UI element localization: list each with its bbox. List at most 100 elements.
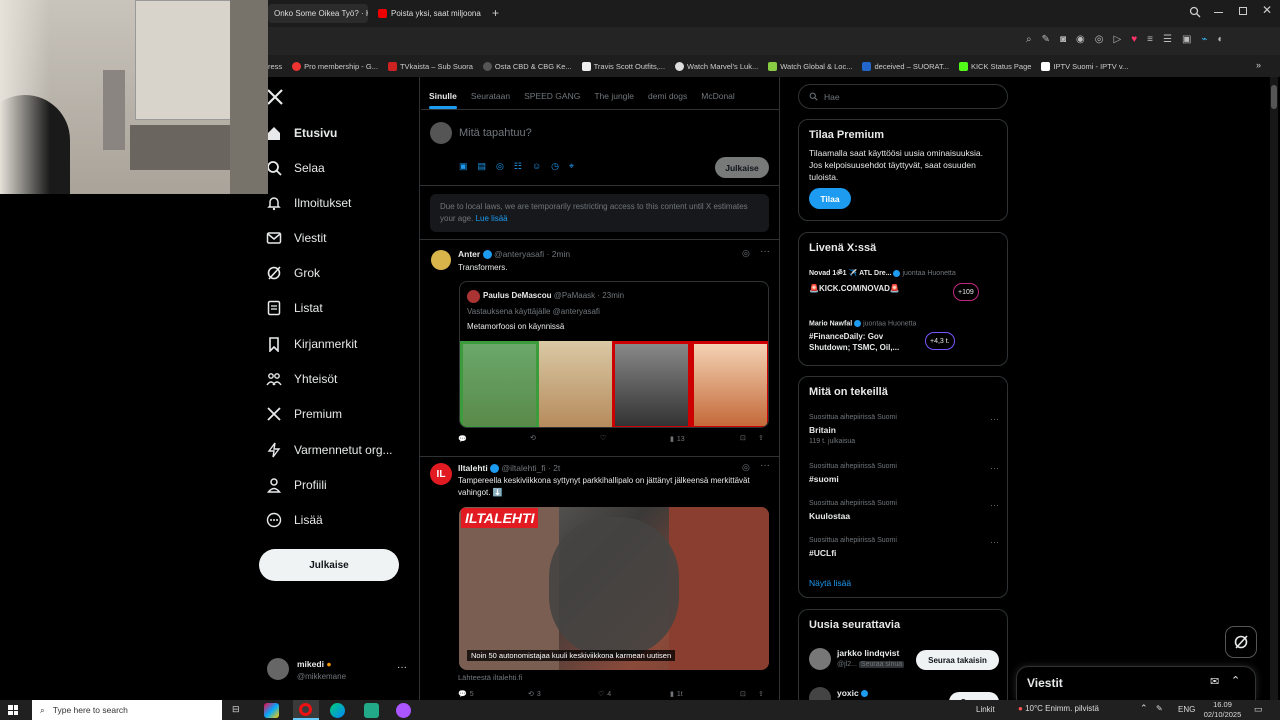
sidebar-item-explore[interactable]: Selaa	[266, 157, 325, 179]
like-button[interactable]: ♡ 4	[598, 690, 611, 699]
retweet-button[interactable]: ⟲ 3	[528, 690, 541, 699]
links-toolbar[interactable]: Linkit	[976, 705, 995, 714]
sidebar-item-notifications[interactable]: Ilmoitukset	[266, 192, 351, 214]
trend-item[interactable]: Suosittua aihepiirissä Suomi #UCLfi ···	[809, 537, 999, 558]
more-icon[interactable]: ···	[990, 537, 999, 547]
messages-drawer[interactable]: Viestit ✉ ⌃	[1016, 666, 1256, 700]
sidebar-item-grok[interactable]: Grok	[266, 262, 320, 284]
schedule-icon[interactable]: ◷	[551, 161, 559, 172]
subscribe-button[interactable]: Tilaa	[809, 188, 851, 209]
notification-icon[interactable]: ▭	[1254, 704, 1263, 715]
camera-icon[interactable]: ◙	[1060, 34, 1066, 45]
trend-item[interactable]: Suosittua aihepiirissä Suomi Britain 119…	[809, 414, 999, 445]
grok-floating-button[interactable]	[1225, 626, 1257, 658]
new-message-icon[interactable]: ✉	[1210, 675, 1219, 688]
trend-item[interactable]: Suosittua aihepiirissä Suomi Kuulostaa ·…	[809, 500, 999, 521]
bookmark[interactable]: Watch Marvel's Luk...	[675, 61, 758, 71]
views-button[interactable]: ▮ 1t	[670, 690, 683, 699]
browser-tab[interactable]: Onko Some Oikea Työ? · K	[268, 4, 368, 23]
extension-icon[interactable]: ⌁	[1201, 34, 1207, 45]
reply-button[interactable]: 💬 5	[458, 690, 474, 699]
sidebar-item-profile[interactable]: Profiili	[266, 474, 327, 496]
profile-icon[interactable]: ◐	[1217, 34, 1223, 45]
post-button[interactable]: Julkaise	[259, 549, 399, 581]
follow-back-button[interactable]: Seuraa takaisin	[916, 650, 999, 670]
views-button[interactable]: ▮ 13	[670, 435, 685, 444]
minimize-button[interactable]	[1214, 12, 1223, 13]
composer-post-button[interactable]: Julkaise	[715, 157, 769, 178]
follow-suggestion[interactable]: yoxic Seuraa	[809, 687, 999, 701]
app-icon[interactable]	[364, 703, 379, 718]
follow-suggestion[interactable]: jarkko lindqvist @jl2... Seuraa sinua Se…	[809, 648, 999, 672]
gif-icon[interactable]: ▤	[478, 161, 487, 172]
tab-demi-dogs[interactable]: demi dogs	[648, 91, 687, 101]
more-icon[interactable]: ···	[990, 414, 999, 424]
link-source[interactable]: Lähteestä iltalehti.fi	[458, 673, 522, 682]
tab-mcdonalds[interactable]: McDonal	[701, 91, 735, 101]
restore-button[interactable]	[1239, 7, 1247, 15]
scrollbar-thumb[interactable]	[1271, 85, 1277, 109]
tweet-image[interactable]: ILTALEHTI Noin 50 autonomistajaa kuuli k…	[459, 507, 769, 670]
account-more-icon[interactable]: ···	[397, 662, 407, 673]
more-bookmarks-icon[interactable]: »	[1256, 60, 1261, 70]
quote-image-strip[interactable]	[460, 341, 768, 427]
bookmark[interactable]: IPTV Suomi - IPTV v...	[1041, 61, 1128, 71]
author-name[interactable]: Anter	[458, 249, 480, 259]
tweet-time[interactable]: · 2t	[548, 463, 560, 473]
bookmark[interactable]: deceived – SUORAT...	[862, 61, 949, 71]
sidebar-item-messages[interactable]: Viestit	[266, 227, 326, 249]
more-icon[interactable]: ···	[990, 500, 999, 510]
sidebar-item-premium[interactable]: Premium	[266, 403, 342, 425]
tweet[interactable]: IL Iltalehti @iltalehti_fi · 2t ◎ ··· Ta…	[420, 457, 779, 700]
tab-speed-gang[interactable]: SPEED GANG	[524, 91, 580, 101]
heart-icon[interactable]: ♥	[1131, 34, 1137, 45]
show-more-link[interactable]: Näytä lisää	[809, 578, 851, 588]
x-logo-icon[interactable]	[266, 88, 284, 111]
app-icon[interactable]	[264, 703, 279, 718]
author-handle[interactable]: @iltalehti_fi	[502, 463, 546, 473]
bookmark[interactable]: Watch Global & Loc...	[768, 61, 852, 71]
edge-icon[interactable]	[330, 703, 345, 718]
grok-icon[interactable]: ◎	[742, 248, 750, 259]
wallet-icon[interactable]: ▣	[1182, 34, 1191, 45]
emoji-icon[interactable]: ☺	[532, 161, 541, 172]
play-icon[interactable]: ▷	[1114, 34, 1122, 45]
shield-icon[interactable]: ◎	[1095, 34, 1104, 45]
tray-chevron-icon[interactable]: ⌃	[1140, 703, 1148, 714]
clock[interactable]: 16.09 02/10/2025	[1200, 700, 1245, 720]
browser-tab[interactable]: Poista yksi, saat miljoona	[372, 4, 482, 23]
app-icon[interactable]	[396, 703, 411, 718]
sidebar-item-more[interactable]: Lisää	[266, 509, 323, 531]
bookmark[interactable]: Pro membership - G...	[292, 61, 378, 71]
close-window-button[interactable]: ✕	[1262, 3, 1272, 17]
bookmark[interactable]: Osta CBD & CBG Ke...	[482, 61, 572, 71]
windows-start-icon[interactable]	[8, 705, 18, 715]
more-icon[interactable]: ···	[760, 460, 770, 471]
tweet-time[interactable]: · 2min	[547, 249, 571, 259]
bookmark[interactable]: TVkaista – Sub Suora	[387, 61, 473, 71]
quote-tweet[interactable]: Paulus DeMascou @PaMaask · 23min Vastauk…	[459, 281, 769, 428]
sidebar-item-bookmarks[interactable]: Kirjanmerkit	[266, 333, 357, 355]
expand-icon[interactable]: ⌃	[1231, 674, 1240, 687]
share-button[interactable]: ⇪	[758, 434, 764, 442]
more-icon[interactable]: ···	[760, 246, 770, 257]
grok-icon[interactable]: ◎	[496, 161, 504, 172]
sidebar-item-verified-orgs[interactable]: Varmennetut org...	[266, 439, 393, 461]
live-item[interactable]: Novad 1ॐ1 ✈️ ATL Dre... juontaa Huonetta…	[809, 269, 999, 301]
list-icon[interactable]: ≡	[1147, 34, 1153, 45]
location-icon[interactable]: ⌖	[569, 161, 574, 172]
bookmark[interactable]: Travis Scott Outfits,...	[581, 61, 665, 71]
search-icon[interactable]: ⌕	[1026, 34, 1032, 45]
tab-following[interactable]: Seurataan	[471, 91, 510, 101]
new-tab-button[interactable]: +	[492, 6, 499, 20]
vpn-icon[interactable]: ◉	[1076, 34, 1085, 45]
account-switcher[interactable]: mikedi ● @mikkemane ···	[267, 656, 412, 686]
author-name[interactable]: Iltalehti	[458, 463, 488, 473]
author-handle[interactable]: @anteryasafi	[494, 249, 544, 259]
more-icon[interactable]: ···	[990, 463, 999, 473]
sidebar-item-home[interactable]: Etusivu	[266, 122, 337, 144]
language-indicator[interactable]: ENG	[1178, 705, 1195, 714]
live-item[interactable]: Mario Nawfal juontaa Huonetta #FinanceDa…	[809, 320, 999, 353]
pen-icon[interactable]: ✎	[1156, 704, 1163, 713]
tab-for-you[interactable]: Sinulle	[429, 91, 457, 109]
